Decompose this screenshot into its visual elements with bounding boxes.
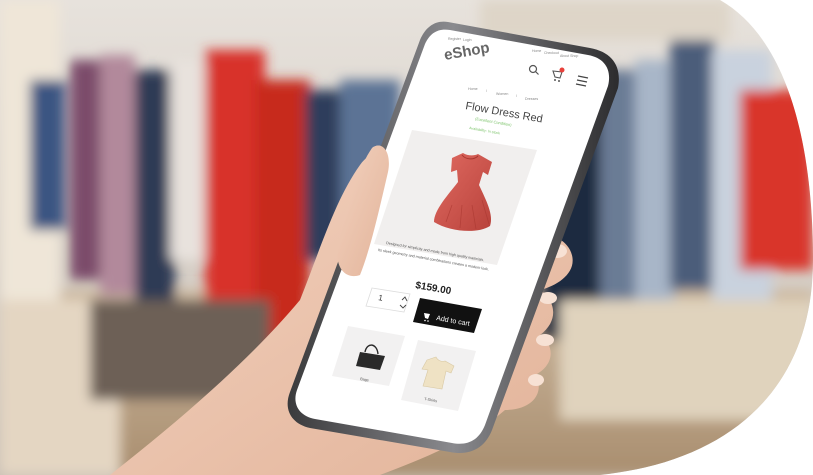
cart-badge	[559, 67, 565, 73]
related-card-tshirts[interactable]: T-Shirts	[401, 340, 476, 411]
breadcrumb-women[interactable]: Women	[496, 92, 508, 96]
product-price: $159.00	[414, 280, 452, 297]
about-shop-link[interactable]: About Shop	[560, 54, 578, 58]
menu-icon[interactable]	[575, 75, 589, 87]
related-card-bags[interactable]: Bags	[332, 326, 405, 386]
quantity-stepper[interactable]: 1	[365, 287, 411, 313]
register-link[interactable]: Register	[448, 37, 462, 41]
breadcrumb-home[interactable]: Home	[468, 87, 478, 91]
breadcrumb-dresses[interactable]: Dresses	[525, 97, 538, 101]
breadcrumb: Home / Women / Dresses	[468, 87, 538, 101]
breadcrumb-separator: /	[516, 94, 517, 98]
availability-text: Availability: In stock	[469, 126, 501, 135]
phone-screen: Register Login Home Checkout About Shop …	[332, 37, 589, 411]
thumb	[337, 145, 389, 277]
add-to-cart-button[interactable]: Add to cart	[413, 298, 482, 333]
cart-icon[interactable]	[552, 67, 565, 83]
checkout-link[interactable]: Checkout	[544, 51, 559, 55]
breadcrumb-separator: /	[486, 89, 487, 93]
brand-logo[interactable]: eShop	[443, 39, 491, 64]
related-label-bags: Bags	[360, 377, 369, 382]
search-icon[interactable]	[528, 64, 539, 75]
home-link[interactable]: Home	[532, 49, 541, 53]
